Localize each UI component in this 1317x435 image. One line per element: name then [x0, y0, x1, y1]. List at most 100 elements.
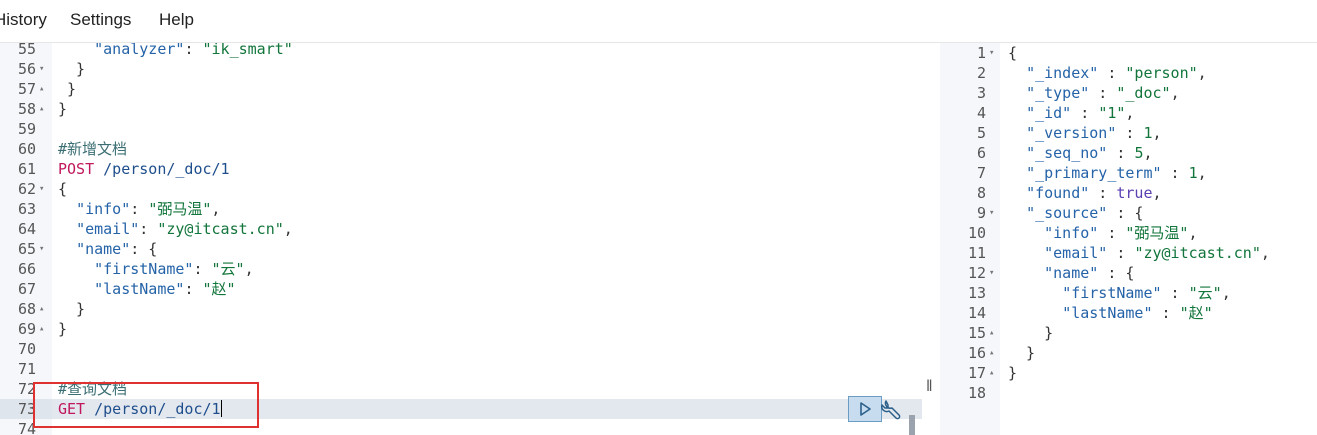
code-text: "info" : "弼马温", [1044, 224, 1198, 242]
code-line: 57 ▴ } [0, 79, 922, 99]
code-text: { [1008, 44, 1018, 62]
code-text: "firstName" : "云", [1062, 284, 1231, 302]
code-line: 7 "_primary_term" : 1, [940, 163, 1317, 183]
line-number: 69 [17, 320, 36, 338]
line-number: 8 [976, 184, 986, 202]
fold-collapse-icon[interactable]: ▾ [39, 179, 44, 199]
code-line: 9 ▾ "_source" : { [940, 203, 1317, 223]
line-number: 57 [17, 80, 36, 98]
fold-expand-icon[interactable]: ▴ [39, 99, 44, 119]
code-line: 67 "lastName": "赵" [0, 279, 922, 299]
code-text: "_id" : "1", [1026, 104, 1135, 122]
code-line: 8 "found" : true, [940, 183, 1317, 203]
code-line: 71 [0, 359, 922, 379]
line-number: 68 [17, 300, 36, 318]
code-line: 61 POST /person/_doc/1 [0, 159, 922, 179]
code-text: { [58, 180, 68, 198]
line-number: 73 [17, 400, 36, 418]
code-line: 16 ▴ } [940, 343, 1317, 363]
code-line: 17 ▴} [940, 363, 1317, 383]
request-editor[interactable]: 55 "analyzer": "ik_smart" 56 ▾ } 57 ▴ } 58 ▴} 5… [0, 43, 922, 435]
code-line: 62 ▾ { [0, 179, 922, 199]
code-text: } [1008, 344, 1036, 362]
code-line: 3 "_type" : "_doc", [940, 83, 1317, 103]
menu-settings[interactable]: Settings [70, 10, 131, 30]
pane-resize-handle[interactable]: ‖ [926, 378, 933, 396]
code-text: "_index" : "person", [1026, 64, 1207, 82]
line-number: 74 [17, 420, 36, 435]
code-line: 60 #新增文档 [0, 139, 922, 159]
line-number: 62 [17, 180, 36, 198]
fold-collapse-icon[interactable]: ▾ [989, 203, 994, 223]
line-number: 3 [976, 84, 986, 102]
line-number: 10 [967, 224, 986, 242]
code-line: 18 [940, 383, 1317, 403]
fold-expand-icon[interactable]: ▴ [39, 79, 44, 99]
code-text: } [58, 320, 68, 338]
code-line: 58 ▴} [0, 99, 922, 119]
code-text: "email": "zy@itcast.cn", [76, 220, 293, 238]
fold-collapse-icon[interactable]: ▾ [39, 239, 44, 259]
line-number: 55 [17, 43, 36, 58]
play-icon [860, 402, 871, 416]
menu-history[interactable]: History [0, 10, 47, 30]
line-number: 58 [17, 100, 36, 118]
line-number: 14 [967, 304, 986, 322]
code-text: } [58, 80, 77, 98]
code-text: } [1008, 364, 1018, 382]
line-number: 9 [976, 204, 986, 222]
code-line: 66 "firstName": "云", [0, 259, 922, 279]
fold-expand-icon[interactable]: ▴ [39, 299, 44, 319]
code-line: 55 "analyzer": "ik_smart" [0, 43, 922, 59]
line-number: 1 [976, 44, 986, 62]
code-line: 12 ▾ "name" : { [940, 263, 1317, 283]
line-number: 72 [17, 380, 36, 398]
line-number: 61 [17, 160, 36, 178]
code-line: 14 "lastName" : "赵" [940, 303, 1317, 323]
code-line: 10 "info" : "弼马温", [940, 223, 1317, 243]
fold-collapse-icon[interactable]: ▾ [989, 43, 994, 63]
code-line: 5 "_version" : 1, [940, 123, 1317, 143]
line-number: 5 [976, 124, 986, 142]
fold-expand-icon[interactable]: ▴ [989, 323, 994, 343]
fold-collapse-icon[interactable]: ▾ [39, 59, 44, 79]
line-number: 63 [17, 200, 36, 218]
line-number: 18 [967, 384, 986, 402]
line-number: 7 [976, 164, 986, 182]
code-text: } [58, 60, 86, 78]
code-text: "_seq_no" : 5, [1026, 144, 1153, 162]
editor-scrollbar-thumb[interactable] [909, 415, 915, 435]
fold-expand-icon[interactable]: ▴ [989, 363, 994, 383]
code-line: 4 "_id" : "1", [940, 103, 1317, 123]
code-line: 70 [0, 339, 922, 359]
code-line: 15 ▴ } [940, 323, 1317, 343]
request-settings-button[interactable] [881, 398, 903, 420]
line-number: 56 [17, 60, 36, 78]
line-number: 17 [967, 364, 986, 382]
line-number: 2 [976, 64, 986, 82]
code-text: POST /person/_doc/1 [58, 160, 230, 178]
code-line: 1 ▾ { [940, 43, 1317, 63]
pane-divider[interactable] [922, 43, 940, 435]
code-text: "lastName" : "赵" [1062, 304, 1213, 322]
code-text: "_version" : 1, [1026, 124, 1162, 142]
fold-collapse-icon[interactable]: ▾ [989, 263, 994, 283]
code-line: 13 "firstName" : "云", [940, 283, 1317, 303]
run-request-button[interactable] [848, 396, 882, 422]
code-text: "name": { [76, 240, 158, 258]
line-number: 64 [17, 220, 36, 238]
line-number: 16 [967, 344, 986, 362]
line-number: 11 [967, 244, 986, 262]
code-text: "lastName": "赵" [94, 280, 236, 298]
code-text: "firstName": "云", [94, 260, 254, 278]
wrench-icon [881, 400, 901, 420]
line-number: 67 [17, 280, 36, 298]
fold-expand-icon[interactable]: ▴ [989, 343, 994, 363]
code-line: 69 ▴} [0, 319, 922, 339]
request-actions [848, 396, 904, 422]
code-text: "name" : { [1044, 264, 1135, 282]
fold-expand-icon[interactable]: ▴ [39, 319, 44, 339]
code-text: } [58, 300, 86, 318]
line-number: 13 [967, 284, 986, 302]
menu-help[interactable]: Help [159, 10, 194, 30]
